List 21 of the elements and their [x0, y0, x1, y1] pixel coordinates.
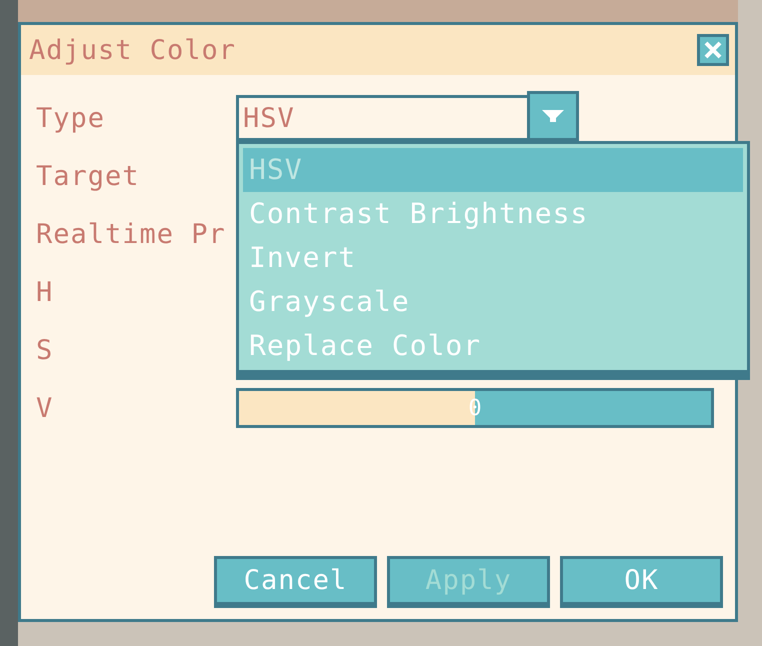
field-label: Realtime Pr: [36, 218, 227, 250]
dropdown-option[interactable]: HSV: [243, 148, 743, 192]
slider-value: 0: [468, 396, 482, 420]
dropdown-field[interactable]: HSV: [236, 95, 527, 141]
field-label: H: [36, 276, 54, 308]
window-title: Adjust Color: [29, 34, 236, 66]
dropdown-option[interactable]: Grayscale: [243, 280, 743, 324]
caret-icon: [542, 110, 564, 122]
dropdown-option[interactable]: Replace Color: [243, 324, 743, 368]
field-label: Target: [36, 160, 141, 192]
dropdown-option[interactable]: Invert: [243, 236, 743, 280]
dialog-button[interactable]: OK: [560, 556, 723, 608]
field-label: S: [36, 334, 54, 366]
close-icon: [702, 39, 724, 61]
dialog-button[interactable]: Cancel: [214, 556, 377, 608]
dropdown-option[interactable]: Contrast Brightness: [243, 192, 743, 236]
dropdown-button[interactable]: [527, 91, 579, 141]
field-label: Type: [36, 102, 106, 134]
close-button[interactable]: [697, 34, 729, 66]
slider-track[interactable]: 0: [236, 388, 714, 428]
field-label: V: [36, 392, 54, 424]
